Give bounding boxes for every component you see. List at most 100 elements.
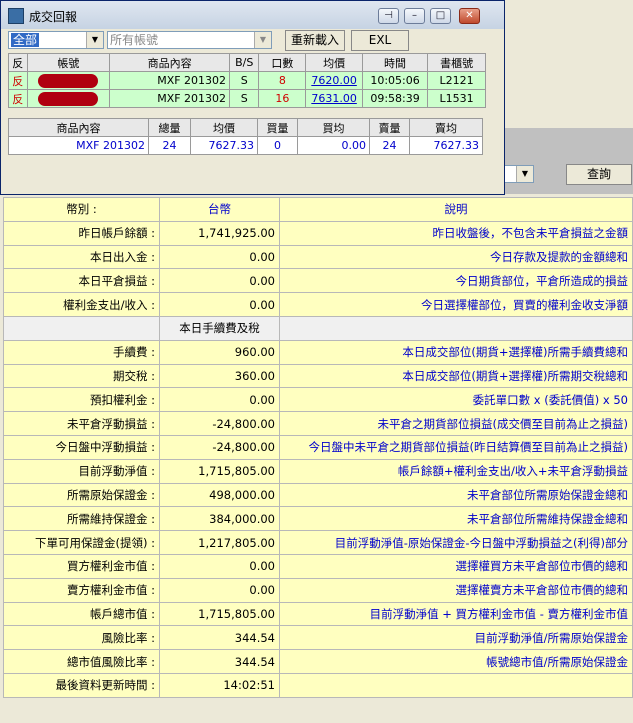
trade-cell-account [26,71,111,90]
account-summary-table: 幣別 : 台幣 說明 昨日帳戶餘額 :1,741,925.00 昨日收盤後，不包含… [3,197,633,698]
summary-description: 未平倉之期貨部位損益(成交價至目前為止之損益) [279,411,633,436]
summary-label: 總市值風險比率 : [3,649,160,674]
summary-label: 本日出入金 : [3,244,160,270]
trade-cell-book: L1531 [427,89,486,108]
position-col-header[interactable]: 賣均 [409,118,483,137]
summary-label: 賣方權利金市值 : [3,577,160,603]
query-button[interactable]: 查詢 [566,164,632,185]
window-titlebar[interactable]: 成交回報 ⊣ – □ ✕ [1,1,504,29]
trade-col-header[interactable]: 時間 [361,53,429,72]
summary-value: 344.54 [159,625,280,651]
trade-col-header[interactable]: 口數 [258,53,307,72]
trade-cell-qty: 16 [258,89,307,108]
position-col-header[interactable]: 買均 [297,118,370,137]
position-cell-buy_avg: 0.00 [297,136,370,155]
summary-label: 最後資料更新時間 : [3,672,160,698]
summary-description: 未平倉部位所需原始保證金總和 [279,482,633,508]
trade-cell-bs: S [229,71,260,90]
summary-value: 本日手續費及稅 [159,315,280,341]
currency-dropdown[interactable]: ▼ [500,165,534,183]
summary-description: 本日成交部位(期貨+選擇權)所需手續費總和 [279,339,633,365]
minimize-icon[interactable]: – [404,8,425,24]
position-col-header[interactable]: 商品內容 [8,118,149,137]
trade-cell-price: 7620.00 [305,71,363,90]
summary-value: -24,800.00 [159,434,280,460]
summary-value: 360.00 [159,363,280,389]
summary-row: 風險比率 :344.54 目前浮動淨值/所需原始保證金 [3,625,633,651]
summary-row: 下單可用保證金(提領) :1,217,805.00 目前浮動淨值-原始保證金-今日… [3,530,633,555]
trade-cell-flag: 反 [8,89,28,108]
summary-description: 今日期貨部位，平倉所造成的損益 [279,268,633,294]
trade-book-text: L2121 [439,74,474,87]
position-cell-avg: 7627.33 [190,136,258,155]
position-col-header[interactable]: 買量 [257,118,298,137]
account-select[interactable]: 所有帳號 ▼ [107,31,272,49]
position-col-header[interactable]: 賣量 [369,118,410,137]
chevron-down-icon: ▼ [254,32,271,48]
position-cell-total: 24 [148,136,191,155]
summary-description: 今日存款及提款的金額總和 [279,244,633,270]
trade-col-header[interactable]: 均價 [305,53,363,72]
summary-row: 本日手續費及稅 [3,315,633,341]
summary-row: 昨日帳戶餘額 :1,741,925.00 昨日收盤後，不包含未平倉損益之金額 [3,220,633,246]
trade-col-header[interactable]: 反 [8,53,28,72]
trade-cell-time: 09:58:39 [361,89,429,108]
reload-button[interactable]: 重新載入 [285,30,345,51]
summary-row: 今日盤中浮動損益 : -24,800.00 今日盤中未平倉之期貨部位損益(昨日結算價… [3,434,633,460]
summary-header-row: 幣別 : 台幣 說明 [3,197,633,222]
trade-col-header[interactable]: 書櫃號 [427,53,486,72]
summary-description: 委託單口數 x (委託價值) x 50 [279,387,633,413]
trade-row[interactable]: 反 MXF 201302 S 16 7631.00 09:58:39 L1531 [8,89,486,108]
trade-cell-qty: 8 [258,71,307,90]
summary-label: 期交稅 : [3,363,160,389]
trade-price-text[interactable]: 7631.00 [311,92,357,105]
pin-icon[interactable]: ⊣ [378,8,399,24]
trade-flag-text: 反 [12,74,24,88]
trade-product-text: MXF 201302 [157,92,227,105]
export-excel-button[interactable]: EXL [351,30,409,51]
summary-row: 權利金支出/收入 :0.00 今日選擇權部位，買賣的權利金收支淨額 [3,292,633,317]
summary-value: 384,000.00 [159,506,280,532]
group-select-value: 全部 [11,33,40,47]
summary-value: -24,800.00 [159,411,280,436]
summary-description [279,672,633,698]
trade-row[interactable]: 反 MXF 201302 S 8 7620.00 10:05:06 L2121 [8,71,486,90]
position-col-header[interactable]: 總量 [148,118,191,137]
trade-flag-text: 反 [12,92,24,106]
app-icon [8,8,24,24]
position-col-header[interactable]: 均價 [190,118,258,137]
window-title: 成交回報 [29,10,78,24]
summary-row: 手續費 :960.00 本日成交部位(期貨+選擇權)所需手續費總和 [3,339,633,365]
trade-col-header[interactable]: B/S [229,53,260,72]
summary-description: 今日選擇權部位，買賣的權利金收支淨額 [279,292,633,317]
summary-description: 目前浮動淨值/所需原始保證金 [279,625,633,651]
trade-col-header[interactable]: 帳號 [26,53,111,72]
trade-price-text[interactable]: 7620.00 [311,74,357,87]
summary-value: 344.54 [159,649,280,674]
maximize-icon[interactable]: □ [430,8,451,24]
summary-row: 預扣權利金 :0.00 委託單口數 x (委託價值) x 50 [3,387,633,413]
summary-description: 目前浮動淨值-原始保證金-今日盤中浮動損益之(利得)部分 [279,530,633,555]
trade-report-window: 成交回報 ⊣ – □ ✕ 全部 ▼ 所有帳號 ▼ 重新載入 EXL 反帳號 商品內… [0,0,505,195]
summary-row: 帳戶總市值 :1,715,805.00 目前浮動淨值 + 買方權利金市值 - 賣方… [3,601,633,627]
chevron-down-icon: ▼ [516,166,533,182]
account-select-placeholder: 所有帳號 [110,33,159,47]
trade-header-row: 反帳號 商品內容 B/S 口數 均價 時間 書櫃號 [8,53,486,72]
summary-row: 未平倉浮動損益 : -24,800.00 未平倉之期貨部位損益(成交價至目前為止之損… [3,411,633,436]
summary-description: 昨日收盤後，不包含未平倉損益之金額 [279,220,633,246]
close-icon[interactable]: ✕ [459,8,480,24]
group-select[interactable]: 全部 ▼ [8,31,104,49]
position-cell-buy_qty: 0 [257,136,298,155]
summary-label: 預扣權利金 : [3,387,160,413]
summary-label: 未平倉浮動損益 : [3,411,160,436]
trade-cell-flag: 反 [8,71,28,90]
summary-description: 帳戶餘額+權利金支出/收入+未平倉浮動損益 [279,458,633,484]
summary-value: 0.00 [159,292,280,317]
trade-col-header[interactable]: 商品內容 [109,53,231,72]
summary-label: 本日平倉損益 : [3,268,160,294]
position-row[interactable]: MXF 201302 24 7627.33 0 0.00 24 7627.33 [8,136,483,155]
summary-value: 1,217,805.00 [159,530,280,555]
summary-row: 期交稅 :360.00 本日成交部位(期貨+選擇權)所需期交稅總和 [3,363,633,389]
summary-label [3,315,160,341]
trade-cell-bs: S [229,89,260,108]
